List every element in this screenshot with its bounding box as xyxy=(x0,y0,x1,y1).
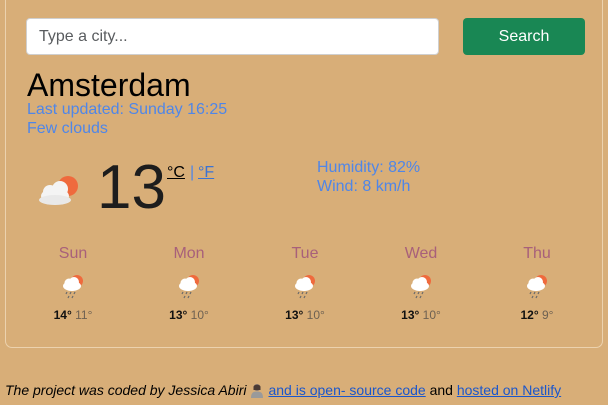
forecast-min-temp: 10° xyxy=(422,308,441,322)
search-button[interactable]: Search xyxy=(463,18,585,55)
city-search-input[interactable] xyxy=(26,18,439,55)
celsius-link[interactable]: °C xyxy=(167,163,185,182)
forecast-temps: 13° 10° xyxy=(247,308,363,322)
rain-icon xyxy=(63,275,83,299)
forecast-day-name: Sun xyxy=(58,245,88,262)
footer-and: and xyxy=(429,382,453,398)
forecast-day-name: Mon xyxy=(173,245,205,262)
forecast-min-temp: 9° xyxy=(542,308,554,322)
forecast-temps: 13° 10° xyxy=(363,308,479,322)
forecast-max-temp: 13° xyxy=(169,308,188,322)
forecast-max-temp: 13° xyxy=(401,308,420,322)
forecast-day: Wed 13° 10° xyxy=(363,244,479,322)
forecast-max-temp: 13° xyxy=(285,308,304,322)
person-avatar-icon xyxy=(251,384,264,398)
forecast-max-temp: 12° xyxy=(520,308,539,322)
rain-icon xyxy=(179,275,199,299)
footer-credit: The project was coded by Jessica Abiri xyxy=(5,382,247,398)
forecast-day: Sun 14° 11° xyxy=(15,244,131,322)
forecast-min-temp: 10° xyxy=(306,308,325,322)
current-temperature: 13 xyxy=(97,153,166,222)
forecast-day: Mon 13° 10° xyxy=(131,244,247,322)
forecast-day: Tue 13° 10° xyxy=(247,244,363,322)
rain-icon xyxy=(411,275,431,299)
netlify-link[interactable]: hosted on Netlify xyxy=(457,382,561,398)
wind: Wind: 8 km/h xyxy=(317,178,411,195)
weather-description: Few clouds xyxy=(27,120,108,137)
forecast-day-name: Wed xyxy=(404,245,438,262)
forecast-temps: 14° 11° xyxy=(15,308,131,322)
fahrenheit-link[interactable]: °F xyxy=(198,163,214,182)
city-name: Amsterdam xyxy=(27,67,191,103)
forecast-min-temp: 10° xyxy=(190,308,209,322)
last-updated: Last updated: Sunday 16:25 xyxy=(27,101,228,118)
humidity: Humidity: 82% xyxy=(317,159,421,176)
forecast-day-name: Thu xyxy=(523,245,551,262)
github-link[interactable]: and is open- source code xyxy=(268,382,425,398)
forecast-temps: 12° 9° xyxy=(479,308,595,322)
forecast-min-temp: 11° xyxy=(75,308,93,322)
unit-separator: | xyxy=(190,164,195,181)
weather-card: Search Amsterdam Last updated: Sunday 16… xyxy=(5,0,603,348)
forecast-max-temp: 14° xyxy=(53,308,72,322)
forecast-day: Thu 12° 9° xyxy=(479,244,595,322)
rain-icon xyxy=(527,275,547,299)
footer: The project was coded by Jessica Abiri a… xyxy=(5,382,561,399)
few-clouds-icon xyxy=(39,176,78,205)
forecast-temps: 13° 10° xyxy=(131,308,247,322)
forecast-day-name: Tue xyxy=(291,245,319,262)
rain-icon xyxy=(295,275,315,299)
